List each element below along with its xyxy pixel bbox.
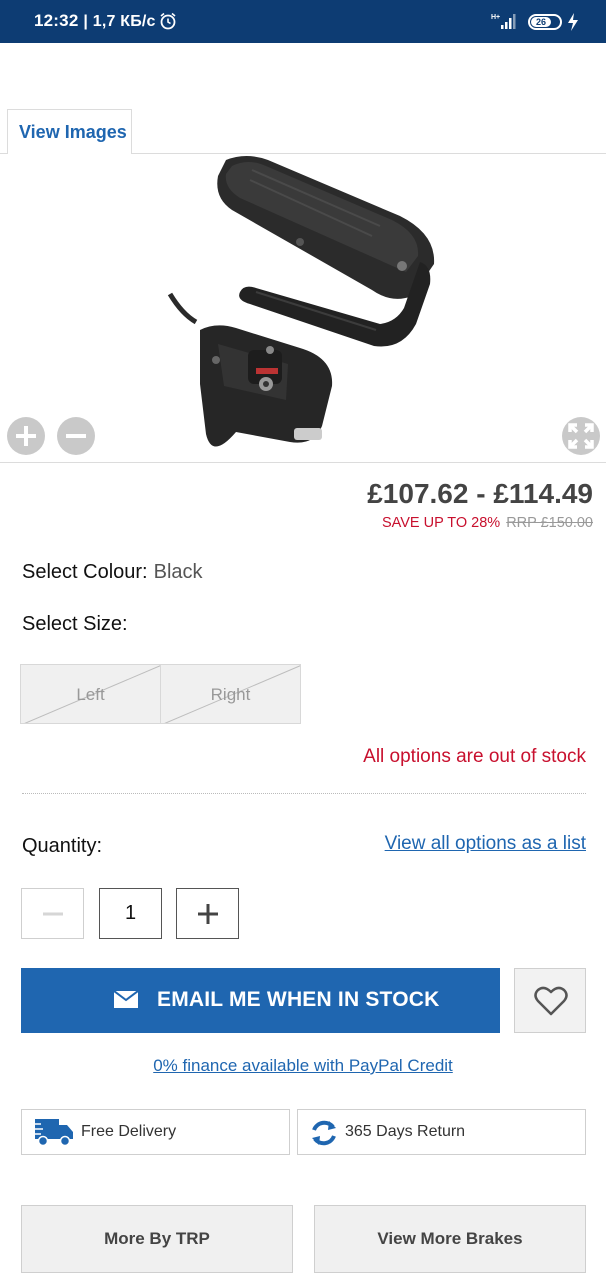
fullscreen-button[interactable] <box>562 417 600 455</box>
status-speed: | 1,7 КБ/с <box>83 13 156 30</box>
tab-view-images[interactable]: View Images <box>7 109 132 154</box>
signal-icon: H+ <box>491 14 516 29</box>
price-range: £107.62 - £114.49 <box>367 478 593 509</box>
size-label: Select Size: <box>22 613 128 635</box>
returns-badge[interactable]: 365 Days Return <box>297 1109 586 1155</box>
colour-label: Select Colour: <box>22 561 148 583</box>
size-option-left[interactable]: Left <box>20 664 161 724</box>
brake-lever-image <box>167 156 435 447</box>
wishlist-button[interactable] <box>514 968 586 1033</box>
divider <box>22 793 586 794</box>
quantity-decrease-button[interactable] <box>21 888 84 939</box>
colour-row: Select Colour: Black <box>22 561 203 584</box>
returns-label: 365 Days Return <box>345 1123 466 1140</box>
minus-icon <box>66 434 86 438</box>
view-all-options-link[interactable]: View all options as a list <box>385 833 586 855</box>
save-percentage: SAVE UP TO 28% <box>381 515 501 531</box>
envelope-icon <box>114 991 138 1008</box>
email-when-in-stock-button[interactable]: EMAIL ME WHEN IN STOCK <box>21 968 500 1033</box>
image-divider <box>0 462 606 463</box>
zoom-out-button[interactable] <box>57 417 95 455</box>
free-delivery-label: Free Delivery <box>81 1123 177 1140</box>
heart-icon <box>534 986 568 1016</box>
size-option-label: Left <box>76 685 105 704</box>
product-image[interactable] <box>0 154 606 462</box>
status-bar: 12:32 | 1,7 КБ/с H+ 26 <box>0 0 606 43</box>
minus-icon <box>43 912 63 916</box>
more-by-trp-button[interactable]: More By TRP <box>21 1205 293 1273</box>
quantity-increase-button[interactable] <box>176 888 239 939</box>
network-type: H+ <box>491 14 500 21</box>
fullscreen-icon <box>568 423 594 449</box>
rrp-price: RRP £150.00 <box>506 515 593 531</box>
quantity-input[interactable]: 1 <box>99 888 162 939</box>
battery-level: 26 <box>531 17 551 27</box>
battery-icon: 26 <box>528 14 562 30</box>
colour-value: Black <box>153 561 203 583</box>
plus-icon <box>16 426 36 446</box>
size-option-right[interactable]: Right <box>160 664 301 724</box>
zoom-in-button[interactable] <box>7 417 45 455</box>
free-delivery-badge[interactable]: Free Delivery <box>21 1109 290 1155</box>
charging-icon <box>568 13 578 31</box>
email-button-label: EMAIL ME WHEN IN STOCK <box>157 988 440 1011</box>
out-of-stock-message: All options are out of stock <box>363 746 586 767</box>
view-more-brakes-button[interactable]: View More Brakes <box>314 1205 586 1273</box>
refresh-icon <box>312 1120 336 1146</box>
size-option-label: Right <box>210 685 251 704</box>
plus-icon <box>198 904 218 924</box>
quantity-label: Quantity: <box>22 835 103 857</box>
delivery-truck-icon <box>33 1119 73 1147</box>
status-time: 12:32 | 1,7 КБ/с <box>34 11 156 30</box>
savings-line: SAVE UP TO 28% RRP £150.00 <box>382 515 593 531</box>
alarm-icon <box>160 12 176 30</box>
paypal-finance-link[interactable]: 0% finance available with PayPal Credit <box>0 1056 606 1076</box>
